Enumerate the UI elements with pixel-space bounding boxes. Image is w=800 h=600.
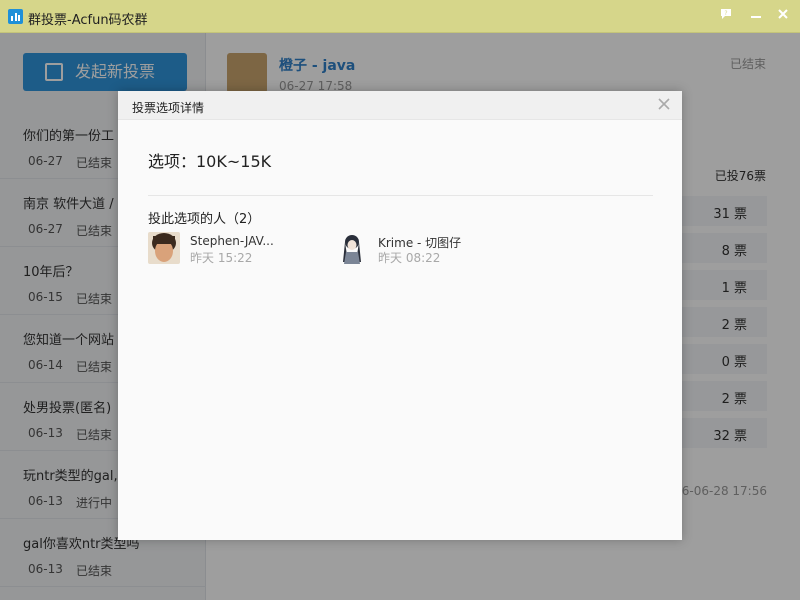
bar-chart-icon — [8, 9, 23, 24]
title-bar: 群投票-Acfun码农群 ? — [0, 0, 800, 33]
dialog-header: 投票选项详情 — [118, 91, 682, 120]
close-window-button[interactable] — [774, 8, 792, 24]
divider — [148, 195, 653, 196]
dialog-title: 投票选项详情 — [132, 101, 205, 115]
vote-time: 昨天 15:22 — [190, 251, 253, 265]
vote-time: 昨天 08:22 — [378, 251, 441, 265]
svg-text:?: ? — [724, 10, 727, 17]
close-icon — [658, 98, 670, 110]
avatar — [148, 232, 180, 264]
option-detail-dialog: 投票选项详情 选项：10K~15K 投此选项的人（2） Stephen-JAV.… — [118, 91, 682, 540]
option-title: 选项：10K~15K — [148, 152, 272, 171]
voters-label: 投此选项的人（2） — [148, 212, 261, 227]
voter-name: Stephen-JAV... — [190, 234, 274, 248]
close-dialog-button[interactable] — [658, 95, 670, 115]
feedback-icon[interactable]: ? — [717, 8, 735, 24]
minimize-button[interactable] — [747, 8, 765, 24]
window-title: 群投票-Acfun码农群 — [28, 13, 148, 28]
avatar — [336, 232, 368, 264]
